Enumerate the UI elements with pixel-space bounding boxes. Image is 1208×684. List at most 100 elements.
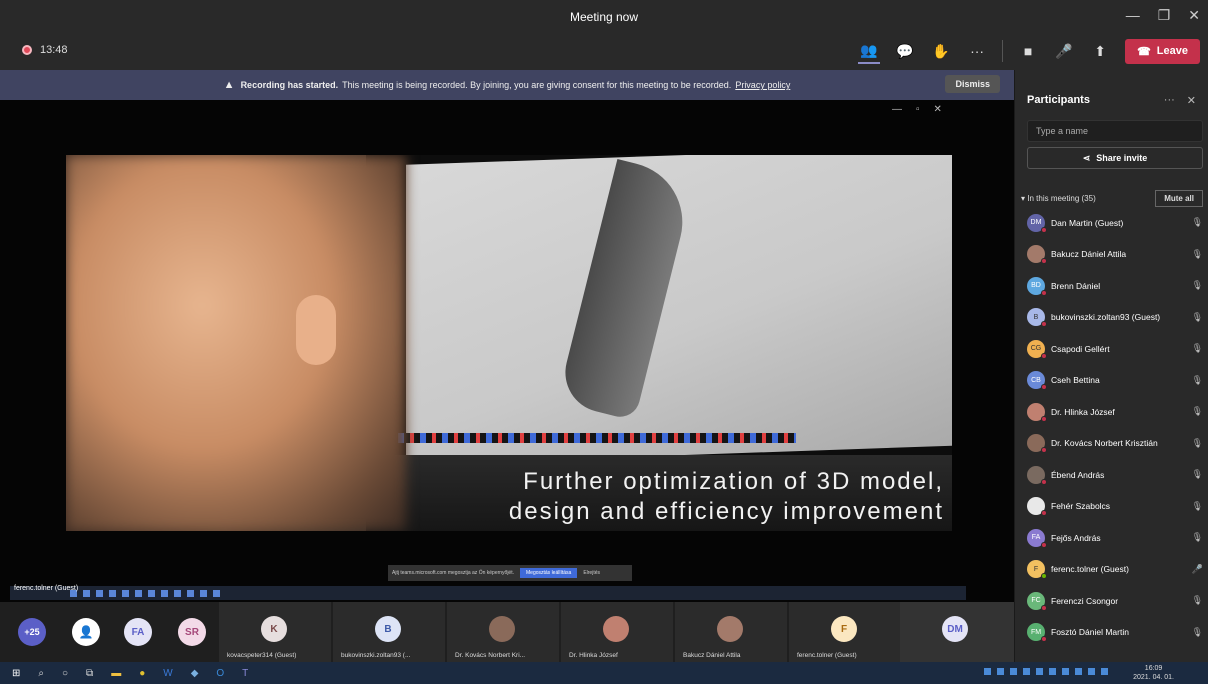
tray-icon[interactable] [1075, 668, 1082, 675]
caption-line-2: design and efficiency improvement [508, 498, 944, 525]
participant-row[interactable]: CG Csapodi Gellért 🎙 [1027, 333, 1203, 365]
participant-row[interactable]: Dr. Hlinka József 🎙 [1027, 396, 1203, 428]
avatar [1027, 245, 1047, 265]
taskbar-app-icon [96, 589, 103, 597]
search-icon[interactable]: ⌕ [38, 668, 44, 679]
stop-sharing-button[interactable]: Megosztás leállítása [520, 568, 578, 578]
system-tray [984, 668, 1108, 675]
participant-row[interactable]: CB Cseh Bettina 🎙 [1027, 365, 1203, 397]
tray-icon[interactable] [1023, 668, 1030, 675]
participant-search-input[interactable]: Type a name [1027, 120, 1203, 142]
panel-more-icon[interactable]: ··· [1164, 94, 1175, 107]
participant-tile[interactable]: Dr. Kovács Norbert Kri... [447, 602, 559, 662]
participant-row[interactable]: Bakucz Dániel Attila 🎙 [1027, 239, 1203, 271]
close-share-icon[interactable]: ✕ [934, 104, 942, 115]
participant-row[interactable]: FM Fosztó Dániel Martin 🎙 [1027, 617, 1203, 649]
tray-icon[interactable] [1101, 668, 1108, 675]
more-participants-button[interactable]: +25 [18, 618, 46, 646]
in-meeting-count[interactable]: ▾ In this meeting (35) [1021, 194, 1096, 203]
mic-muted-icon: 🎙 [1191, 595, 1203, 606]
avatar: B [1027, 308, 1047, 328]
participant-row[interactable]: Dr. Kovács Norbert Krisztián 🎙 [1027, 428, 1203, 460]
share-invite-button[interactable]: ⋖ Share invite [1027, 147, 1203, 169]
privacy-link[interactable]: Privacy policy [735, 80, 790, 90]
toolbar-divider [1002, 40, 1004, 62]
tray-icon[interactable] [1062, 668, 1069, 675]
avatar [1027, 497, 1047, 517]
share-icon[interactable]: ⬆ [1089, 38, 1111, 64]
reactions-icon[interactable]: ✋ [930, 38, 952, 64]
avatar: B [375, 616, 401, 642]
tray-icon[interactable] [1049, 668, 1056, 675]
laptop-taskbar [376, 433, 796, 443]
tray-icon[interactable] [984, 668, 991, 675]
window-controls: — ❐ ✕ [1126, 7, 1200, 24]
participant-row[interactable]: FA Fejős András 🎙 [1027, 522, 1203, 554]
file-explorer-icon[interactable]: ▬ [111, 668, 121, 679]
participant-tile[interactable]: B bukovinszki.zoltan93 (... [333, 602, 445, 662]
taskbar-app-icon [187, 589, 194, 597]
app-icon[interactable]: ◆ [191, 668, 199, 679]
participant-row[interactable]: Fferenc.tolner (Guest) 🎤 [1027, 554, 1203, 586]
more-icon[interactable]: ··· [966, 38, 988, 64]
cortana-icon[interactable]: ○ [62, 668, 68, 679]
minimize-share-icon[interactable]: — [892, 104, 902, 115]
clock-date: 2021. 04. 01. [1133, 674, 1174, 681]
chat-icon[interactable]: 💬 [894, 38, 916, 64]
participant-row[interactable]: Ébend András 🎙 [1027, 459, 1203, 491]
dismiss-button[interactable]: Dismiss [945, 75, 1000, 93]
mute-all-button[interactable]: Mute all [1155, 190, 1203, 207]
chrome-icon[interactable]: ● [139, 668, 145, 679]
participant-row[interactable]: Fehér Szabolcs 🎙 [1027, 491, 1203, 523]
participant-tile[interactable]: DM [900, 602, 1014, 662]
word-icon[interactable]: W [163, 668, 172, 679]
minimize-icon[interactable]: — [1126, 7, 1140, 24]
tray-icon[interactable] [1010, 668, 1017, 675]
panel-close-icon[interactable]: ✕ [1187, 94, 1196, 107]
tray-icon[interactable] [997, 668, 1004, 675]
participants-panel: Participants ··· ✕ Type a name ⋖ Share i… [1014, 70, 1208, 662]
avatar: CG [1027, 339, 1047, 359]
leave-button[interactable]: ☎ Leave [1125, 38, 1200, 64]
avatar[interactable]: 👤 [72, 618, 100, 646]
tile-name: ferenc.tolner (Guest) [797, 652, 857, 659]
outlook-icon[interactable]: O [216, 668, 224, 679]
restore-icon[interactable]: ❐ [1158, 7, 1171, 24]
tray-icon[interactable] [1036, 668, 1043, 675]
people-icon[interactable]: 👥 [858, 38, 881, 64]
participant-tile[interactable]: K kovacspeter314 (Guest) [219, 602, 331, 662]
mic-off-icon[interactable]: 🎤 [1053, 38, 1075, 64]
avatar[interactable]: FA [124, 618, 152, 646]
taskbar-app-icon [161, 589, 168, 597]
windows-start-icon[interactable]: ⊞ [12, 668, 20, 679]
phone-icon: ☎ [1137, 45, 1151, 58]
participant-tile[interactable]: Dr. Hlinka József [561, 602, 673, 662]
mic-muted-icon: 🎙 [1191, 217, 1203, 228]
teams-icon[interactable]: T [242, 668, 248, 679]
tile-name: bukovinszki.zoltan93 (... [341, 652, 411, 659]
avatar [489, 616, 515, 642]
hide-notice-button[interactable]: Elrejtés [583, 570, 600, 576]
panel-title: Participants [1027, 94, 1090, 106]
participant-name: Cseh Bettina [1051, 375, 1100, 386]
participant-tile[interactable]: F ferenc.tolner (Guest) [789, 602, 901, 662]
camera-off-icon[interactable]: ■ [1017, 38, 1039, 64]
close-icon[interactable]: ✕ [1188, 7, 1200, 24]
participant-tile[interactable]: Bakucz Dániel Attila [675, 602, 787, 662]
title-bar: Meeting now — ❐ ✕ [0, 0, 1208, 34]
tray-icon[interactable] [1088, 668, 1095, 675]
participant-row[interactable]: FC Ferenczi Csongor 🎙 [1027, 585, 1203, 617]
participant-row[interactable]: Bbukovinszki.zoltan93 (Guest) 🎙 [1027, 302, 1203, 334]
popout-icon[interactable]: ▫ [916, 104, 920, 115]
avatar [1027, 465, 1047, 485]
taskbar-clock[interactable]: 16:09 2021. 04. 01. [1133, 664, 1174, 682]
participant-name: Dr. Hlinka József [1051, 406, 1115, 417]
avatar [1027, 402, 1047, 422]
task-view-icon[interactable]: ⧉ [86, 668, 93, 679]
participant-row[interactable]: BD Brenn Dániel 🎙 [1027, 270, 1203, 302]
participant-name: Ferenczi Csongor [1051, 595, 1119, 606]
taskbar-app-icon [122, 589, 129, 597]
avatar[interactable]: SR [178, 618, 206, 646]
participant-row[interactable]: DM Dan Martin (Guest) 🎙 [1027, 207, 1203, 239]
mic-muted-icon: 🎙 [1191, 469, 1203, 480]
